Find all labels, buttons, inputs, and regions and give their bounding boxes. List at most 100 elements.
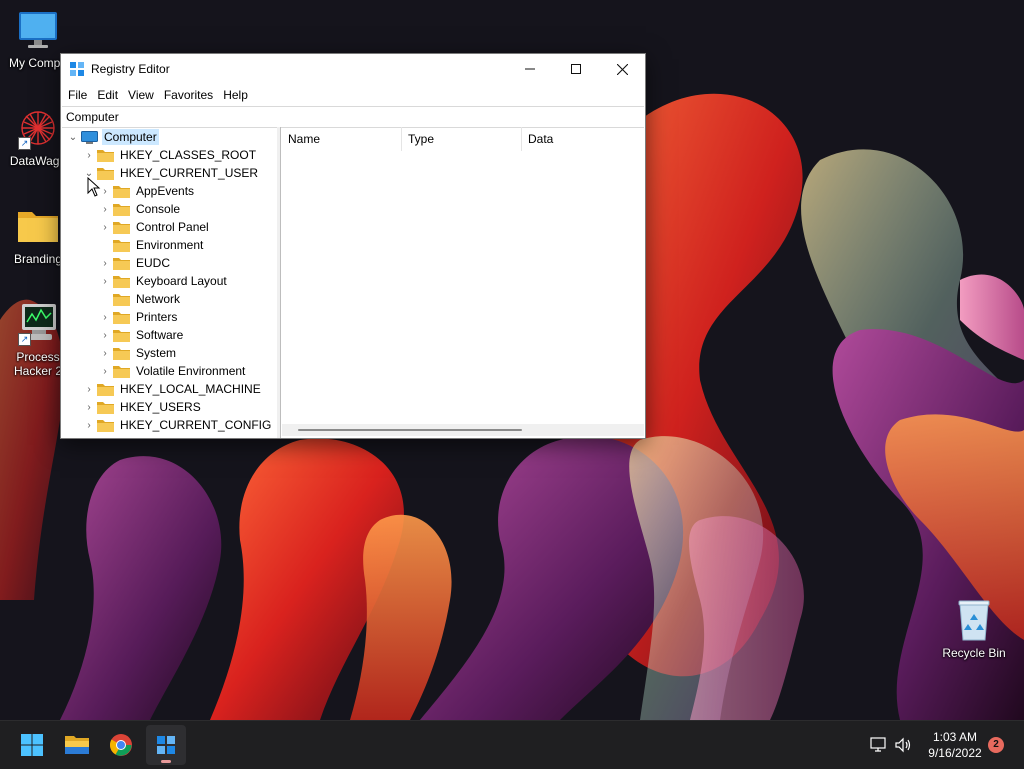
chevron-right-icon[interactable]: › [83,146,95,164]
tree-label: HKEY_CURRENT_CONFIG [120,418,272,432]
taskbar-file-explorer[interactable] [57,725,97,765]
chevron-right-icon[interactable]: › [83,416,95,434]
tree-item-keyboard-layout[interactable]: › Keyboard Layout [61,272,277,290]
chevron-down-icon[interactable]: ⌄ [67,128,79,146]
tree-label: Network [136,292,181,306]
column-header-type[interactable]: Type [402,127,522,151]
tree-item-environment[interactable]: Environment [61,236,277,254]
desktop-icon-label: Recycle Bin [942,646,1006,660]
chevron-right-icon[interactable]: › [83,398,95,416]
chevron-right-icon[interactable]: › [99,308,111,326]
menu-favorites[interactable]: Favorites [159,88,218,102]
notification-badge[interactable]: 2 [988,737,1004,753]
tree-label: Computer [102,129,159,145]
pane-splitter[interactable] [277,127,281,438]
column-headers: Name Type Data [282,127,644,151]
tree-item-computer[interactable]: ⌄ Computer [61,128,277,146]
folder-icon [113,347,130,360]
speaker-icon [895,737,911,753]
tree-item-hkey-local-machine[interactable]: › HKEY_LOCAL_MACHINE [61,380,277,398]
chevron-right-icon[interactable]: › [99,218,111,236]
menu-view[interactable]: View [123,88,159,102]
active-app-indicator [161,760,171,763]
title-bar[interactable]: Registry Editor [61,54,645,84]
shortcut-arrow-icon: ↗ [18,137,31,150]
minimize-icon [525,68,535,70]
tree-item-hkey-classes-root[interactable]: › HKEY_CLASSES_ROOT [61,146,277,164]
tree-item-hkey-current-config[interactable]: › HKEY_CURRENT_CONFIG [61,416,277,434]
menu-bar: File Edit View Favorites Help [61,84,645,106]
folder-icon [113,185,130,198]
tree-label: HKEY_CURRENT_USER [120,166,259,180]
tree-item-volatile-environment[interactable]: › Volatile Environment [61,362,277,380]
registry-tree[interactable]: ⌄ Computer › HKEY_CLASSES_ROOT ⌄ HKEY_CU… [61,127,278,436]
menu-edit[interactable]: Edit [92,88,123,102]
tree-label: Environment [136,238,204,252]
taskbar-clock[interactable]: 1:03 AM 9/16/2022 [920,729,990,761]
tree-item-printers[interactable]: › Printers [61,308,277,326]
monitor-icon [16,8,60,52]
chevron-right-icon[interactable]: › [99,326,111,344]
folder-icon [97,419,114,432]
chevron-right-icon[interactable]: › [83,380,95,398]
network-icon [870,737,886,752]
address-bar[interactable]: Computer [62,106,644,128]
column-header-data[interactable]: Data [522,127,644,151]
folder-icon [113,275,130,288]
folder-icon [113,203,130,216]
folder-icon [113,329,130,342]
column-header-name[interactable]: Name [282,127,402,151]
shortcut-arrow-icon: ↗ [18,333,31,346]
folder-icon [113,221,130,234]
chevron-right-icon[interactable]: › [99,272,111,290]
folder-icon [113,311,130,324]
tree-label: Keyboard Layout [136,274,227,288]
folder-icon [113,293,130,306]
clock-date: 9/16/2022 [928,746,982,760]
tree-label: Console [136,202,181,216]
close-button[interactable] [599,54,645,84]
tree-label: Printers [136,310,178,324]
chevron-right-icon[interactable]: › [99,254,111,272]
tree-item-hkey-users[interactable]: › HKEY_USERS [61,398,277,416]
tree-item-system[interactable]: › System [61,344,277,362]
chrome-icon [110,734,132,756]
values-list[interactable]: Name Type Data [282,127,644,438]
chevron-right-icon[interactable]: › [99,200,111,218]
network-tray-icon[interactable] [869,735,889,755]
folder-icon [113,257,130,270]
tree-item-control-panel[interactable]: › Control Panel [61,218,277,236]
tree-item-console[interactable]: › Console [61,200,277,218]
menu-file[interactable]: File [63,88,92,102]
clock-time: 1:03 AM [932,730,978,744]
volume-tray-icon[interactable] [893,735,913,755]
horizontal-scrollbar[interactable] [282,424,644,436]
computer-icon [81,130,98,144]
tree-item-software[interactable]: › Software [61,326,277,344]
tree-item-network[interactable]: Network [61,290,277,308]
menu-help[interactable]: Help [218,88,253,102]
desktop-icon-recycle-bin[interactable]: Recycle Bin [936,598,1012,660]
folder-icon [97,383,114,396]
tree-label: AppEvents [136,184,195,198]
chevron-right-icon[interactable]: › [99,362,111,380]
tree-label: Control Panel [136,220,209,234]
taskbar-registry-editor[interactable] [146,725,186,765]
maximize-button[interactable] [553,54,599,84]
taskbar-chrome[interactable] [101,725,141,765]
folder-icon [113,239,130,252]
minimize-button[interactable] [507,54,553,84]
tree-label: HKEY_USERS [120,400,201,414]
maximize-icon [571,64,581,74]
scrollbar-thumb[interactable] [298,429,522,431]
folder-icon [97,149,114,162]
start-button[interactable] [12,725,52,765]
tree-item-eudc[interactable]: › EUDC [61,254,277,272]
registry-editor-icon [70,62,84,76]
taskbar: 1:03 AM 9/16/2022 2 [0,720,1024,769]
chevron-right-icon[interactable]: › [99,344,111,362]
mouse-cursor-icon [87,177,101,197]
tree-label: EUDC [136,256,171,270]
registry-editor-icon [157,736,175,754]
registry-editor-window[interactable]: Registry Editor File Edit View Favorites… [60,53,646,439]
